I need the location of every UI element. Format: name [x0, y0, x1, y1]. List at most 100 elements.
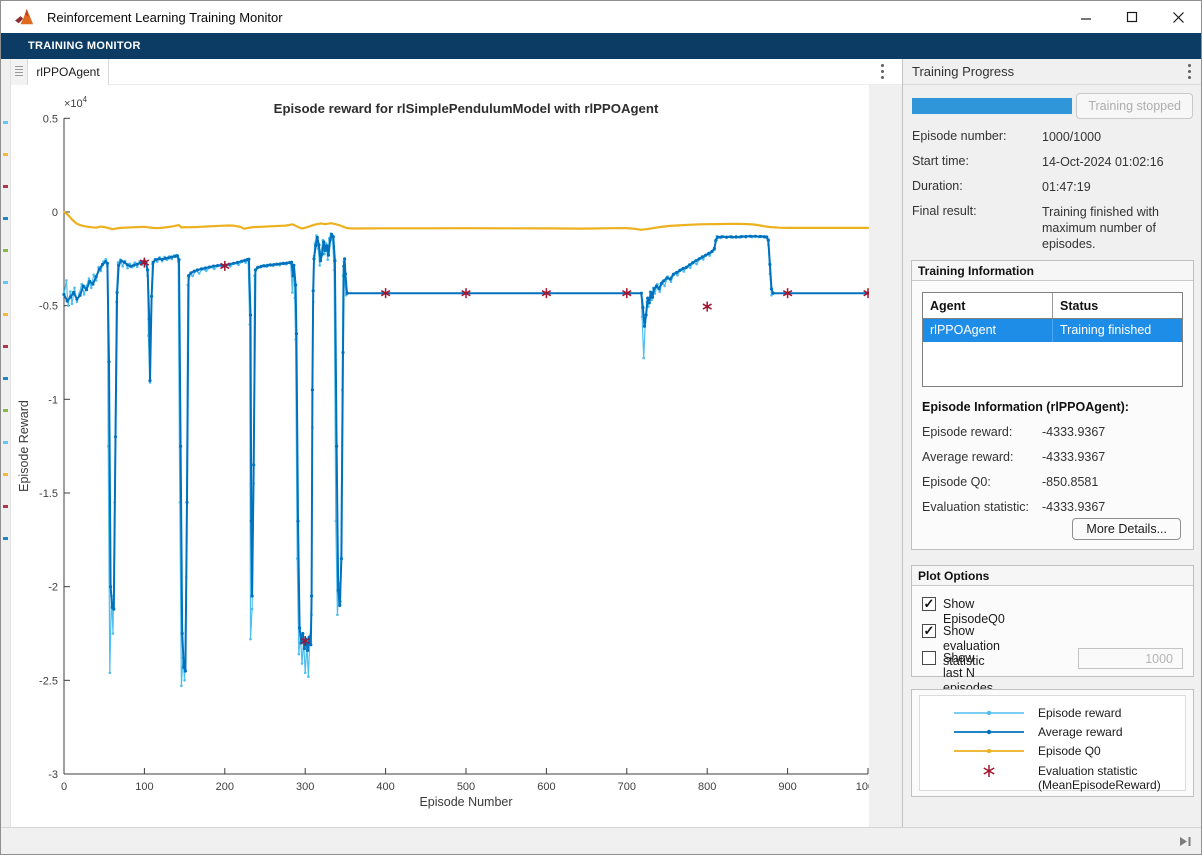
y-tick-label: -2.5	[39, 675, 58, 687]
close-icon[interactable]	[1155, 1, 1201, 33]
episode-q0-label: Episode Q0:	[922, 475, 991, 489]
y-tick-label: -2	[48, 582, 58, 594]
plot-options-header: Plot Options	[912, 566, 1193, 586]
chart-title: Episode reward for rlSimplePendulumModel…	[274, 101, 659, 116]
episode-reward-line-swatch	[952, 708, 1026, 718]
legend-label: Episode reward	[1038, 706, 1121, 720]
start-time-value: 14-Oct-2024 01:02:16	[1042, 154, 1194, 170]
final-result-label: Final result:	[912, 204, 977, 218]
y-tick-label: 0	[52, 207, 58, 219]
episode-information-title: Episode Information (rlPPOAgent):	[922, 400, 1129, 414]
average-reward-value: -4333.9367	[1042, 450, 1105, 464]
show-evaluation-statistic-checkbox[interactable]	[922, 624, 936, 638]
status-cell: Training finished	[1053, 319, 1182, 342]
more-details-button[interactable]: More Details...	[1072, 518, 1181, 540]
app-window: Reinforcement Learning Training Monitor …	[0, 0, 1202, 855]
expand-panel-icon[interactable]	[1179, 835, 1192, 848]
episode-q0-value: -850.8581	[1042, 475, 1098, 489]
x-tick-label: 500	[457, 781, 475, 793]
legend-entry-average-reward: Average reward	[920, 723, 1185, 742]
x-tick-label: 800	[698, 781, 716, 793]
collapsed-panel-strip	[1, 59, 11, 829]
evaluation-statistic-label: Evaluation statistic:	[922, 500, 1029, 514]
status-column-header: Status	[1053, 293, 1182, 318]
table-row[interactable]: rlPPOAgent Training finished	[923, 319, 1182, 342]
series-average_reward-line	[64, 235, 868, 672]
toolstrip-tab-label: TRAINING MONITOR	[28, 33, 141, 59]
evaluation-statistic-value: -4333.9367	[1042, 500, 1105, 514]
x-tick-label: 900	[778, 781, 796, 793]
final-result-value: Training finished with maximum number of…	[1042, 204, 1194, 252]
y-tick-label: -1	[48, 394, 58, 406]
tab-group-handle[interactable]	[11, 59, 28, 85]
legend-label: Evaluation statistic (MeanEpisodeReward)	[1038, 764, 1161, 792]
title-bar: Reinforcement Learning Training Monitor	[1, 1, 1201, 33]
minimize-icon[interactable]	[1063, 1, 1109, 33]
x-tick-label: 300	[296, 781, 314, 793]
progress-bar-fill	[912, 98, 1072, 114]
start-time-label: Start time:	[912, 154, 969, 168]
training-information-header: Training Information	[912, 261, 1193, 281]
panel-menu-icon[interactable]	[1187, 64, 1191, 80]
episode-q0-line-swatch	[952, 746, 1026, 756]
x-tick-label: 100	[135, 781, 153, 793]
table-header-row: Agent Status	[923, 293, 1182, 319]
episode-number-value: 1000/1000	[1042, 129, 1194, 145]
document-tab-strip: rlPPOAgent	[11, 59, 902, 85]
plot-options-section: Plot Options Show EpisodeQ0 Show evaluat…	[911, 565, 1194, 677]
average-reward-line-swatch	[952, 727, 1026, 737]
x-tick-label: 400	[376, 781, 394, 793]
panel-gutter	[869, 85, 902, 829]
y-tick-label: -0.5	[39, 301, 58, 313]
show-episodeq0-label: Show EpisodeQ0	[943, 597, 1005, 627]
reward-chart-figure: 0.50-0.5-1-1.5-2-2.5-3010020030040050060…	[11, 85, 869, 829]
average-reward-label: Average reward:	[922, 450, 1014, 464]
legend-box: Episode reward Average reward Episode Q0	[919, 695, 1186, 791]
series-episode_q0-line	[64, 212, 868, 230]
x-tick-label: 0	[61, 781, 67, 793]
training-stopped-button[interactable]: Training stopped	[1076, 93, 1193, 119]
status-bar	[1, 827, 1201, 854]
maximize-icon[interactable]	[1109, 1, 1155, 33]
y-axis-label: Episode Reward	[17, 400, 31, 492]
agent-column-header: Agent	[923, 293, 1053, 318]
series-episode_reward-line	[64, 234, 868, 686]
show-episodeq0-checkbox[interactable]	[922, 597, 936, 611]
grip-icon	[15, 66, 23, 67]
last-n-episodes-input[interactable]	[1078, 648, 1183, 669]
y-axis-exponent: ×104	[64, 95, 88, 110]
x-axis-label: Episode Number	[419, 795, 512, 809]
window-controls	[1063, 1, 1201, 33]
y-tick-label: -1.5	[39, 488, 58, 500]
duration-value: 01:47:19	[1042, 179, 1194, 195]
x-tick-label: 700	[618, 781, 636, 793]
panel-header: Training Progress	[903, 59, 1202, 85]
episode-reward-value: -4333.9367	[1042, 425, 1105, 439]
agent-cell: rlPPOAgent	[923, 319, 1053, 342]
episode-number-label: Episode number:	[912, 129, 1007, 143]
duration-label: Duration:	[912, 179, 963, 193]
y-tick-label: -3	[48, 769, 58, 781]
window-title: Reinforcement Learning Training Monitor	[47, 10, 283, 25]
legend-section: Episode reward Average reward Episode Q0	[911, 689, 1194, 797]
chart-panel-menu-icon[interactable]	[880, 64, 884, 80]
show-last-n-episodes-checkbox[interactable]	[922, 651, 936, 665]
training-progress-panel: Training Progress Training stopped Episo…	[902, 59, 1202, 829]
legend-label: Average reward	[1038, 725, 1123, 739]
panel-title: Training Progress	[912, 59, 1014, 84]
training-information-section: Training Information Agent Status rlPPOA…	[911, 260, 1194, 550]
agent-status-table: Agent Status rlPPOAgent Training finishe…	[922, 292, 1183, 387]
legend-label: Episode Q0	[1038, 744, 1101, 758]
evaluation-statistic-asterisk-swatch	[982, 764, 996, 778]
x-tick-label: 1000	[856, 781, 869, 793]
toolstrip: TRAINING MONITOR	[1, 33, 1201, 59]
episode-reward-label: Episode reward:	[922, 425, 1012, 439]
x-tick-label: 600	[537, 781, 555, 793]
y-tick-label: 0.5	[43, 113, 58, 125]
legend-entry-episode-q0: Episode Q0	[920, 742, 1185, 761]
x-tick-label: 200	[216, 781, 234, 793]
training-progress-bar	[912, 98, 1072, 114]
reward-chart: 0.50-0.5-1-1.5-2-2.5-3010020030040050060…	[11, 85, 869, 829]
tab-rlppoagent[interactable]: rlPPOAgent	[28, 59, 109, 85]
matlab-icon	[14, 8, 36, 26]
